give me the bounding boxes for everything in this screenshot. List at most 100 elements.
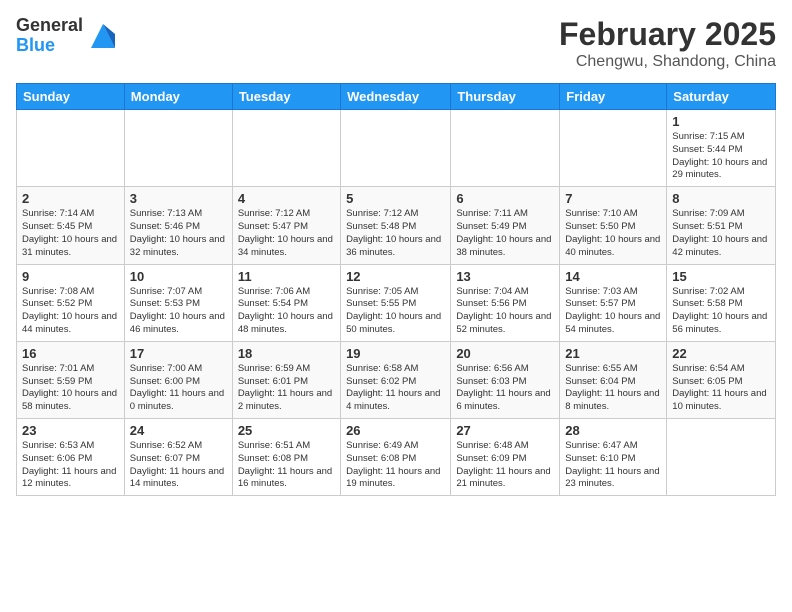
day-info: Sunrise: 6:54 AM Sunset: 6:05 PM Dayligh… [672, 363, 770, 414]
day-number: 6 [456, 191, 554, 206]
day-number: 12 [346, 269, 445, 284]
calendar-cell: 8 Sunrise: 7:09 AM Sunset: 5:51 PM Daylig… [667, 187, 776, 264]
calendar-header-row: SundayMondayTuesdayWednesdayThursdayFrid… [17, 84, 776, 110]
day-number: 18 [238, 346, 335, 361]
calendar-cell: 2 Sunrise: 7:14 AM Sunset: 5:45 PM Daylig… [17, 187, 125, 264]
calendar-cell: 13Sunrise: 7:04 AM Sunset: 5:56 PM Dayli… [451, 264, 560, 341]
day-number: 8 [672, 191, 770, 206]
calendar-cell: 23 Sunrise: 6:53 AM Sunset: 6:06 PM Dayli… [17, 419, 125, 496]
logo-blue-text: Blue [16, 36, 83, 56]
calendar-cell: 7 Sunrise: 7:10 AM Sunset: 5:50 PM Daylig… [560, 187, 667, 264]
calendar-week-row: 1 Sunrise: 7:15 AM Sunset: 5:44 PM Daylig… [17, 110, 776, 187]
weekday-header-monday: Monday [124, 84, 232, 110]
day-info: Sunrise: 7:03 AM Sunset: 5:57 PM Dayligh… [565, 286, 661, 337]
day-info: Sunrise: 7:05 AM Sunset: 5:55 PM Dayligh… [346, 286, 445, 337]
day-number: 28 [565, 423, 661, 438]
day-number: 2 [22, 191, 119, 206]
weekday-header-tuesday: Tuesday [232, 84, 340, 110]
day-info: Sunrise: 6:51 AM Sunset: 6:08 PM Dayligh… [238, 440, 335, 491]
day-number: 16 [22, 346, 119, 361]
day-info: Sunrise: 7:08 AM Sunset: 5:52 PM Dayligh… [22, 286, 119, 337]
day-info: Sunrise: 7:09 AM Sunset: 5:51 PM Dayligh… [672, 208, 770, 259]
day-info: Sunrise: 6:56 AM Sunset: 6:03 PM Dayligh… [456, 363, 554, 414]
calendar-cell: 16 Sunrise: 7:01 AM Sunset: 5:59 PM Dayli… [17, 341, 125, 418]
day-info: Sunrise: 6:55 AM Sunset: 6:04 PM Dayligh… [565, 363, 661, 414]
calendar-cell: 3 Sunrise: 7:13 AM Sunset: 5:46 PM Daylig… [124, 187, 232, 264]
day-number: 7 [565, 191, 661, 206]
day-info: Sunrise: 7:10 AM Sunset: 5:50 PM Dayligh… [565, 208, 661, 259]
day-info: Sunrise: 7:15 AM Sunset: 5:44 PM Dayligh… [672, 131, 770, 182]
day-number: 26 [346, 423, 445, 438]
day-number: 27 [456, 423, 554, 438]
day-info: Sunrise: 7:14 AM Sunset: 5:45 PM Dayligh… [22, 208, 119, 259]
calendar-cell: 20 Sunrise: 6:56 AM Sunset: 6:03 PM Dayli… [451, 341, 560, 418]
calendar-cell: 21 Sunrise: 6:55 AM Sunset: 6:04 PM Dayli… [560, 341, 667, 418]
calendar-cell: 19 Sunrise: 6:58 AM Sunset: 6:02 PM Dayli… [341, 341, 451, 418]
day-info: Sunrise: 6:53 AM Sunset: 6:06 PM Dayligh… [22, 440, 119, 491]
month-year-title: February 2025 [559, 16, 776, 53]
day-info: Sunrise: 6:49 AM Sunset: 6:08 PM Dayligh… [346, 440, 445, 491]
calendar-cell [341, 110, 451, 187]
calendar-cell [451, 110, 560, 187]
calendar-cell: 15 Sunrise: 7:02 AM Sunset: 5:58 PM Dayli… [667, 264, 776, 341]
weekday-header-thursday: Thursday [451, 84, 560, 110]
day-number: 5 [346, 191, 445, 206]
day-number: 11 [238, 269, 335, 284]
calendar-week-row: 9 Sunrise: 7:08 AM Sunset: 5:52 PM Daylig… [17, 264, 776, 341]
day-number: 3 [130, 191, 227, 206]
day-info: Sunrise: 7:13 AM Sunset: 5:46 PM Dayligh… [130, 208, 227, 259]
day-info: Sunrise: 7:02 AM Sunset: 5:58 PM Dayligh… [672, 286, 770, 337]
day-info: Sunrise: 7:11 AM Sunset: 5:49 PM Dayligh… [456, 208, 554, 259]
day-number: 20 [456, 346, 554, 361]
calendar-cell: 12 Sunrise: 7:05 AM Sunset: 5:55 PM Dayli… [341, 264, 451, 341]
calendar-cell: 22 Sunrise: 6:54 AM Sunset: 6:05 PM Dayli… [667, 341, 776, 418]
calendar-cell: 6 Sunrise: 7:11 AM Sunset: 5:49 PM Daylig… [451, 187, 560, 264]
day-number: 10 [130, 269, 227, 284]
calendar-table: SundayMondayTuesdayWednesdayThursdayFrid… [16, 83, 776, 496]
day-info: Sunrise: 7:12 AM Sunset: 5:48 PM Dayligh… [346, 208, 445, 259]
day-number: 21 [565, 346, 661, 361]
calendar-cell: 1 Sunrise: 7:15 AM Sunset: 5:44 PM Daylig… [667, 110, 776, 187]
calendar-cell: 17Sunrise: 7:00 AM Sunset: 6:00 PM Dayli… [124, 341, 232, 418]
calendar-cell: 11 Sunrise: 7:06 AM Sunset: 5:54 PM Dayli… [232, 264, 340, 341]
day-info: Sunrise: 6:59 AM Sunset: 6:01 PM Dayligh… [238, 363, 335, 414]
day-number: 24 [130, 423, 227, 438]
calendar-cell [560, 110, 667, 187]
day-number: 13 [456, 269, 554, 284]
calendar-cell: 4Sunrise: 7:12 AM Sunset: 5:47 PM Daylig… [232, 187, 340, 264]
logo-general-text: General [16, 16, 83, 36]
day-number: 19 [346, 346, 445, 361]
calendar-cell: 18 Sunrise: 6:59 AM Sunset: 6:01 PM Dayli… [232, 341, 340, 418]
page-header: General Blue February 2025 Chengwu, Shan… [16, 16, 776, 71]
day-info: Sunrise: 6:58 AM Sunset: 6:02 PM Dayligh… [346, 363, 445, 414]
calendar-cell [124, 110, 232, 187]
day-number: 25 [238, 423, 335, 438]
calendar-week-row: 16 Sunrise: 7:01 AM Sunset: 5:59 PM Dayli… [17, 341, 776, 418]
logo-icon [87, 20, 119, 52]
calendar-cell: 27Sunrise: 6:48 AM Sunset: 6:09 PM Dayli… [451, 419, 560, 496]
calendar-week-row: 23 Sunrise: 6:53 AM Sunset: 6:06 PM Dayli… [17, 419, 776, 496]
day-info: Sunrise: 6:47 AM Sunset: 6:10 PM Dayligh… [565, 440, 661, 491]
calendar-cell: 9 Sunrise: 7:08 AM Sunset: 5:52 PM Daylig… [17, 264, 125, 341]
day-number: 22 [672, 346, 770, 361]
calendar-cell: 10Sunrise: 7:07 AM Sunset: 5:53 PM Dayli… [124, 264, 232, 341]
calendar-cell [667, 419, 776, 496]
location-subtitle: Chengwu, Shandong, China [559, 53, 776, 71]
title-block: February 2025 Chengwu, Shandong, China [559, 16, 776, 71]
calendar-cell: 28 Sunrise: 6:47 AM Sunset: 6:10 PM Dayli… [560, 419, 667, 496]
day-number: 15 [672, 269, 770, 284]
day-number: 9 [22, 269, 119, 284]
calendar-cell: 26 Sunrise: 6:49 AM Sunset: 6:08 PM Dayli… [341, 419, 451, 496]
day-info: Sunrise: 7:01 AM Sunset: 5:59 PM Dayligh… [22, 363, 119, 414]
calendar-cell [232, 110, 340, 187]
day-info: Sunrise: 6:52 AM Sunset: 6:07 PM Dayligh… [130, 440, 227, 491]
day-number: 1 [672, 114, 770, 129]
day-number: 23 [22, 423, 119, 438]
day-info: Sunrise: 7:06 AM Sunset: 5:54 PM Dayligh… [238, 286, 335, 337]
day-info: Sunrise: 7:12 AM Sunset: 5:47 PM Dayligh… [238, 208, 335, 259]
weekday-header-sunday: Sunday [17, 84, 125, 110]
calendar-cell: 5 Sunrise: 7:12 AM Sunset: 5:48 PM Daylig… [341, 187, 451, 264]
day-info: Sunrise: 7:00 AM Sunset: 6:00 PM Dayligh… [130, 363, 227, 414]
logo: General Blue [16, 16, 119, 56]
calendar-cell: 25 Sunrise: 6:51 AM Sunset: 6:08 PM Dayli… [232, 419, 340, 496]
